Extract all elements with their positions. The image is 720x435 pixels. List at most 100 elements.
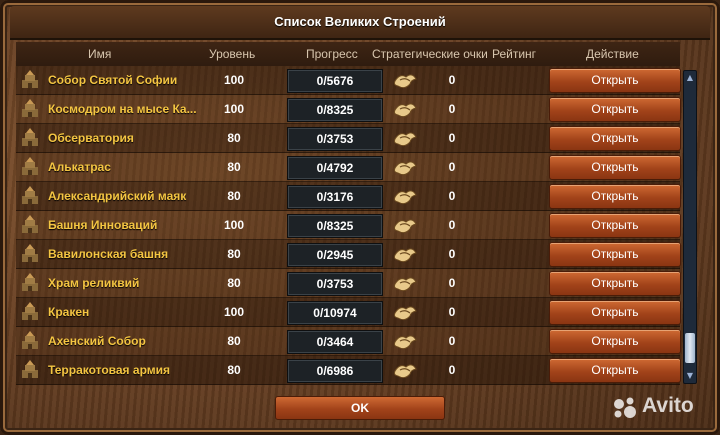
strategy-points-icon <box>392 129 418 149</box>
building-level: 80 <box>227 131 241 145</box>
building-icon <box>19 302 41 322</box>
table-row: Терракотовая армия 80 0/6986 0 Открыть <box>16 356 681 385</box>
table-row: Космодром на мысе Ка... 100 0/8325 0 Открыть <box>16 95 681 124</box>
building-name: Храм реликвий <box>48 276 140 290</box>
table-header: Имя Уровень Прогресс Стратегические очки… <box>16 42 680 66</box>
strategy-points-icon <box>392 245 418 265</box>
strategy-points-value: 0 <box>448 305 456 319</box>
open-button[interactable]: Открыть <box>549 271 681 296</box>
building-level: 80 <box>227 363 241 377</box>
building-icon <box>19 186 41 206</box>
open-button[interactable]: Открыть <box>549 242 681 267</box>
progress-value: 0/3753 <box>287 127 383 151</box>
building-name: Александрийский маяк <box>48 189 187 203</box>
progress-value: 0/3464 <box>287 330 383 354</box>
column-name: Имя <box>88 47 112 61</box>
strategy-points-value: 0 <box>448 73 456 87</box>
progress-value: 0/3753 <box>287 272 383 296</box>
strategy-points-value: 0 <box>448 276 456 290</box>
building-level: 80 <box>227 276 241 290</box>
strategy-points-icon <box>392 361 418 381</box>
column-rating: Рейтинг <box>492 47 537 61</box>
strategy-points-value: 0 <box>448 247 456 261</box>
progress-value: 0/6986 <box>287 359 383 383</box>
open-button[interactable]: Открыть <box>549 155 681 180</box>
scrollbar[interactable]: ▲ ▼ <box>683 70 697 384</box>
scrollbar-thumb[interactable] <box>685 333 695 363</box>
strategy-points-icon <box>392 303 418 323</box>
column-strategy-points: Стратегические очки <box>372 47 488 61</box>
strategy-points-icon <box>392 332 418 352</box>
building-level: 100 <box>223 305 245 319</box>
avito-logo-icon <box>614 397 636 418</box>
strategy-points-icon <box>392 216 418 236</box>
strategy-points-icon <box>392 71 418 91</box>
building-name: Кракен <box>48 305 90 319</box>
progress-value: 0/4792 <box>287 156 383 180</box>
progress-value: 0/5676 <box>287 69 383 93</box>
building-level: 80 <box>227 334 241 348</box>
progress-value: 0/10974 <box>287 301 383 325</box>
building-icon <box>19 128 41 148</box>
building-level: 100 <box>223 73 245 87</box>
strategy-points-value: 0 <box>448 102 456 116</box>
building-icon <box>19 331 41 351</box>
window-title: Список Великих Строений <box>274 14 446 29</box>
title-bar: Список Великих Строений <box>10 6 710 40</box>
open-button[interactable]: Открыть <box>549 126 681 151</box>
progress-value: 0/8325 <box>287 98 383 122</box>
open-button[interactable]: Открыть <box>549 184 681 209</box>
building-icon <box>19 360 41 380</box>
window-frame: Список Великих Строений Имя Уровень Прог… <box>0 0 720 435</box>
strategy-points-value: 0 <box>448 363 456 377</box>
building-name: Вавилонская башня <box>48 247 169 261</box>
open-button[interactable]: Открыть <box>549 97 681 122</box>
open-button[interactable]: Открыть <box>549 300 681 325</box>
buildings-table: Имя Уровень Прогресс Стратегические очки… <box>16 42 681 385</box>
open-button[interactable]: Открыть <box>549 329 681 354</box>
open-button[interactable]: Открыть <box>549 68 681 93</box>
building-name: Терракотовая армия <box>48 363 170 377</box>
scroll-down-icon[interactable]: ▼ <box>684 371 696 381</box>
watermark-text: Avito <box>642 394 694 417</box>
table-row: Александрийский маяк 80 0/3176 0 Открыть <box>16 182 681 211</box>
strategy-points-value: 0 <box>448 131 456 145</box>
building-level: 100 <box>223 102 245 116</box>
building-icon <box>19 244 41 264</box>
building-icon <box>19 157 41 177</box>
table-row: Обсерватория 80 0/3753 0 Открыть <box>16 124 681 153</box>
building-icon <box>19 99 41 119</box>
column-level: Уровень <box>209 47 256 61</box>
building-name: Ахенский Собор <box>48 334 146 348</box>
column-progress: Прогресс <box>306 47 358 61</box>
strategy-points-icon <box>392 100 418 120</box>
table-row: Собор Святой Софии 100 0/5676 0 Открыть <box>16 66 681 95</box>
building-name: Обсерватория <box>48 131 134 145</box>
column-action: Действие <box>586 47 639 61</box>
open-button[interactable]: Открыть <box>549 213 681 238</box>
table-row: Кракен 100 0/10974 0 Открыть <box>16 298 681 327</box>
building-name: Башня Инноваций <box>48 218 158 232</box>
open-button[interactable]: Открыть <box>549 358 681 383</box>
strategy-points-value: 0 <box>448 218 456 232</box>
strategy-points-icon <box>392 158 418 178</box>
table-row: Храм реликвий 80 0/3753 0 Открыть <box>16 269 681 298</box>
row-divider <box>16 384 680 385</box>
building-level: 100 <box>223 218 245 232</box>
progress-value: 0/2945 <box>287 243 383 267</box>
building-name: Алькатрас <box>48 160 111 174</box>
strategy-points-value: 0 <box>448 334 456 348</box>
building-level: 80 <box>227 189 241 203</box>
table-row: Алькатрас 80 0/4792 0 Открыть <box>16 153 681 182</box>
scroll-up-icon[interactable]: ▲ <box>684 73 696 83</box>
progress-value: 0/3176 <box>287 185 383 209</box>
building-icon <box>19 215 41 235</box>
strategy-points-value: 0 <box>448 160 456 174</box>
building-level: 80 <box>227 247 241 261</box>
building-icon <box>19 273 41 293</box>
building-level: 80 <box>227 160 241 174</box>
strategy-points-icon <box>392 274 418 294</box>
ok-button[interactable]: OK <box>275 396 445 420</box>
strategy-points-icon <box>392 187 418 207</box>
strategy-points-value: 0 <box>448 189 456 203</box>
